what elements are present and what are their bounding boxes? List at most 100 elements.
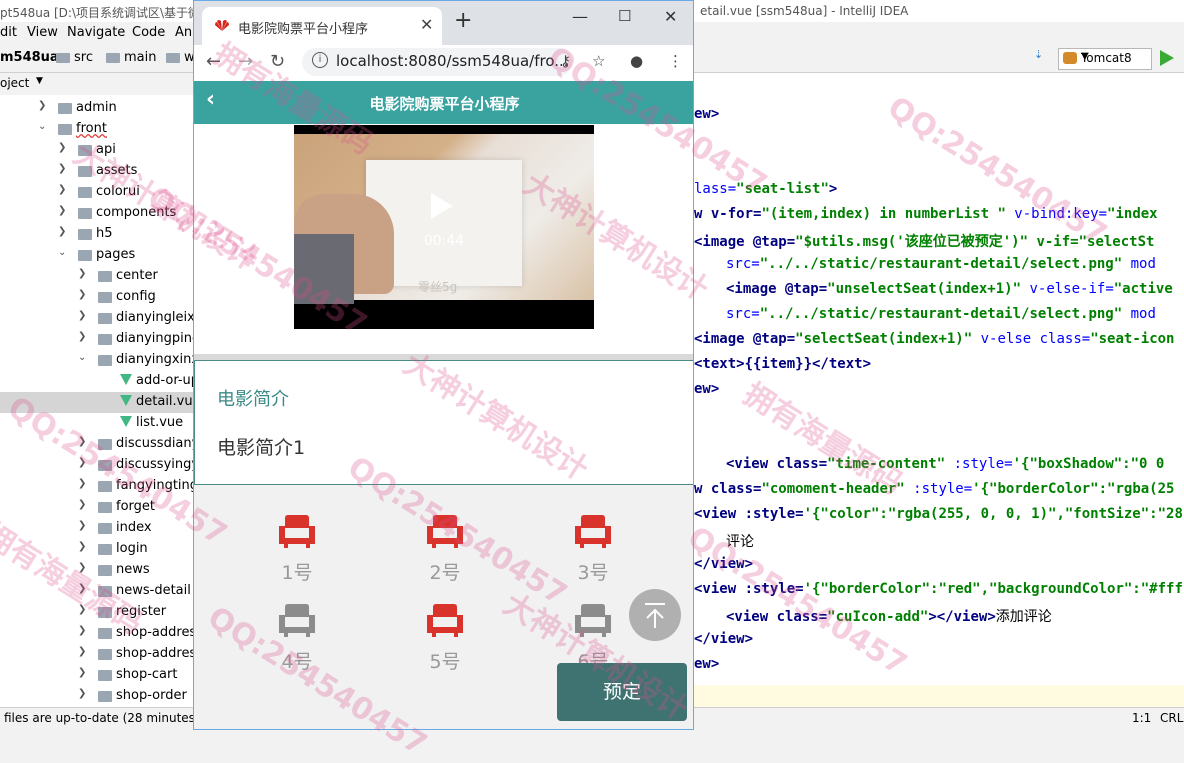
tab-strip: 电影院购票平台小程序 ✕ + — ☐ ✕ [194, 1, 693, 45]
star-icon[interactable]: ☆ [592, 52, 605, 70]
play-icon[interactable] [431, 193, 453, 219]
video-duration: 00:44 [423, 233, 465, 249]
tree-item-assets[interactable]: ❯ assets [0, 161, 193, 182]
tree-item-front[interactable]: ⌄ front [0, 119, 193, 140]
folder-icon [56, 52, 70, 63]
new-tab-icon[interactable]: + [454, 10, 472, 32]
tree-item-pages[interactable]: ⌄ pages [0, 245, 193, 266]
more-menu-icon[interactable]: ⋮ [668, 52, 683, 70]
tree-item-shop-cart[interactable]: ❯ shop-cart [0, 665, 193, 686]
seat-available-icon [575, 604, 611, 637]
key-icon[interactable]: ⚷ [560, 52, 571, 70]
folder-icon [78, 187, 92, 198]
chevron-right-icon: ❯ [78, 625, 87, 636]
chevron-right-icon: ❯ [78, 289, 87, 300]
tree-item-components[interactable]: ❯ components [0, 203, 193, 224]
folder-icon [98, 649, 112, 660]
folder-icon [98, 481, 112, 492]
video-player[interactable]: 零丝5g 00:44 [294, 125, 594, 329]
breadcrumb-w[interactable]: w [166, 50, 195, 65]
folder-icon [58, 124, 72, 135]
tree-item-detail-vue[interactable]: detail.vue [0, 392, 193, 413]
folder-icon [58, 103, 72, 114]
tree-item-news[interactable]: ❯ news [0, 560, 193, 581]
folder-icon [78, 208, 92, 219]
breadcrumb-project[interactable]: m548ua [0, 50, 59, 65]
tree-item-shop-order[interactable]: ❯ shop-order [0, 686, 193, 707]
chevron-right-icon: ❯ [78, 331, 87, 342]
folder-icon [98, 460, 112, 471]
breadcrumb-src[interactable]: src [56, 50, 93, 65]
menu-navigate[interactable]: Navigate [67, 25, 125, 40]
tree-item-center[interactable]: ❯ center [0, 266, 193, 287]
close-icon[interactable]: ✕ [420, 15, 433, 34]
code-line: src="../../static/restaurant-detail/sele… [726, 256, 1156, 272]
reserve-button[interactable]: 预定 [557, 663, 687, 721]
vue-file-icon [120, 395, 132, 406]
project-tree: ❯ admin ⌄ front ❯ api ❯ assets ❯ colorui ❯ com… [0, 95, 193, 707]
back-arrow-icon[interactable]: ← [206, 51, 221, 72]
url-box[interactable]: i localhost:8080/ssm548ua/fro... [302, 48, 572, 76]
seat-available-icon [279, 604, 315, 637]
maximize-icon[interactable]: ☐ [618, 7, 631, 25]
tree-item-list-vue[interactable]: list.vue [0, 413, 193, 434]
code-editor[interactable]: ew> lass="seat-list"> w v-for="(item,ind… [694, 73, 1184, 707]
seat-booked-icon [279, 515, 315, 548]
tree-item-shop-address-2[interactable]: ❯shop-address [0, 644, 193, 665]
intro-text: 电影简介1 [217, 437, 306, 459]
folder-icon [98, 334, 112, 345]
tree-item-admin[interactable]: ❯ admin [0, 98, 193, 119]
minimize-icon[interactable]: — [572, 7, 588, 26]
tree-item-register[interactable]: ❯ register [0, 602, 193, 623]
intro-card: 电影简介 电影简介1 [194, 360, 693, 485]
tree-item-discussdianyi[interactable]: ❯discussdianyi [0, 434, 193, 455]
menu-view[interactable]: View [27, 25, 58, 40]
close-window-icon[interactable]: ✕ [664, 7, 677, 26]
tree-item-fangyingting[interactable]: ❯ fangyingting [0, 476, 193, 497]
folder-icon [78, 229, 92, 240]
tree-item-login[interactable]: ❯ login [0, 539, 193, 560]
folder-icon [98, 523, 112, 534]
reload-icon[interactable]: ↻ [270, 51, 285, 72]
project-panel-header[interactable]: oject ▼ [0, 73, 193, 95]
seat-booked-icon [575, 515, 611, 548]
menu-code[interactable]: Code [132, 25, 165, 40]
ide-menu-bar: dit View Navigate Code Ana [0, 22, 200, 44]
code-line: <image @tap="$utils.msg('该座位已被预定')" v-if… [694, 234, 1155, 250]
breadcrumb-main[interactable]: main [106, 50, 156, 65]
tree-item-add-or-update[interactable]: add-or-up [0, 371, 193, 392]
tree-item-news-detail[interactable]: ❯ news-detail [0, 581, 193, 602]
back-to-top-button[interactable] [629, 589, 681, 641]
tree-item-h5[interactable]: ❯ h5 [0, 224, 193, 245]
line-separator[interactable]: CRL [1160, 711, 1183, 725]
code-line: 评论 [726, 534, 754, 550]
run-config-select[interactable]: Tomcat8 ▼ [1058, 48, 1152, 70]
video-section: 零丝5g 00:44 [194, 124, 693, 354]
sort-icon[interactable]: ⇣ [1034, 48, 1043, 61]
code-line: <view :style='{"color":"rgba(255, 0, 0, … [694, 506, 1184, 522]
chevron-down-icon: ⌄ [58, 247, 67, 258]
tree-item-colorui[interactable]: ❯ colorui [0, 182, 193, 203]
folder-icon [78, 166, 92, 177]
tree-item-shop-address[interactable]: ❯shop-address [0, 623, 193, 644]
address-bar: ← → ↻ i localhost:8080/ssm548ua/fro... ⚷… [194, 45, 693, 82]
tree-item-config[interactable]: ❯ config [0, 287, 193, 308]
menu-edit[interactable]: dit [0, 25, 17, 40]
browser-tab[interactable]: 电影院购票平台小程序 ✕ [202, 7, 442, 45]
tree-item-dianyingleixin[interactable]: ❯dianyingleixin [0, 308, 193, 329]
info-icon[interactable]: i [312, 52, 328, 68]
tree-item-api[interactable]: ❯ api [0, 140, 193, 161]
tree-item-dianyingxinxi[interactable]: ⌄dianyingxinxi [0, 350, 193, 371]
tree-item-index[interactable]: ❯ index [0, 518, 193, 539]
tree-item-dianyingpingj[interactable]: ❯dianyingpingj [0, 329, 193, 350]
forward-arrow-icon[interactable]: → [238, 51, 253, 72]
app-viewport: ‹ 电影院购票平台小程序 零丝5g 00:44 电影简介 电影简介1 1号 2号… [194, 81, 693, 729]
chevron-right-icon: ❯ [78, 499, 87, 510]
tree-item-forget[interactable]: ❯ forget [0, 497, 193, 518]
caret-position[interactable]: 1:1 [1132, 711, 1151, 725]
run-icon[interactable] [1160, 50, 1174, 66]
chevron-right-icon: ❯ [78, 646, 87, 657]
profile-icon[interactable]: ● [630, 52, 643, 70]
tree-item-discussyingyu[interactable]: ❯discussyingyu [0, 455, 193, 476]
ide-title-left: pt548ua [D:\项目系统调试区\基于微信 [0, 6, 213, 20]
